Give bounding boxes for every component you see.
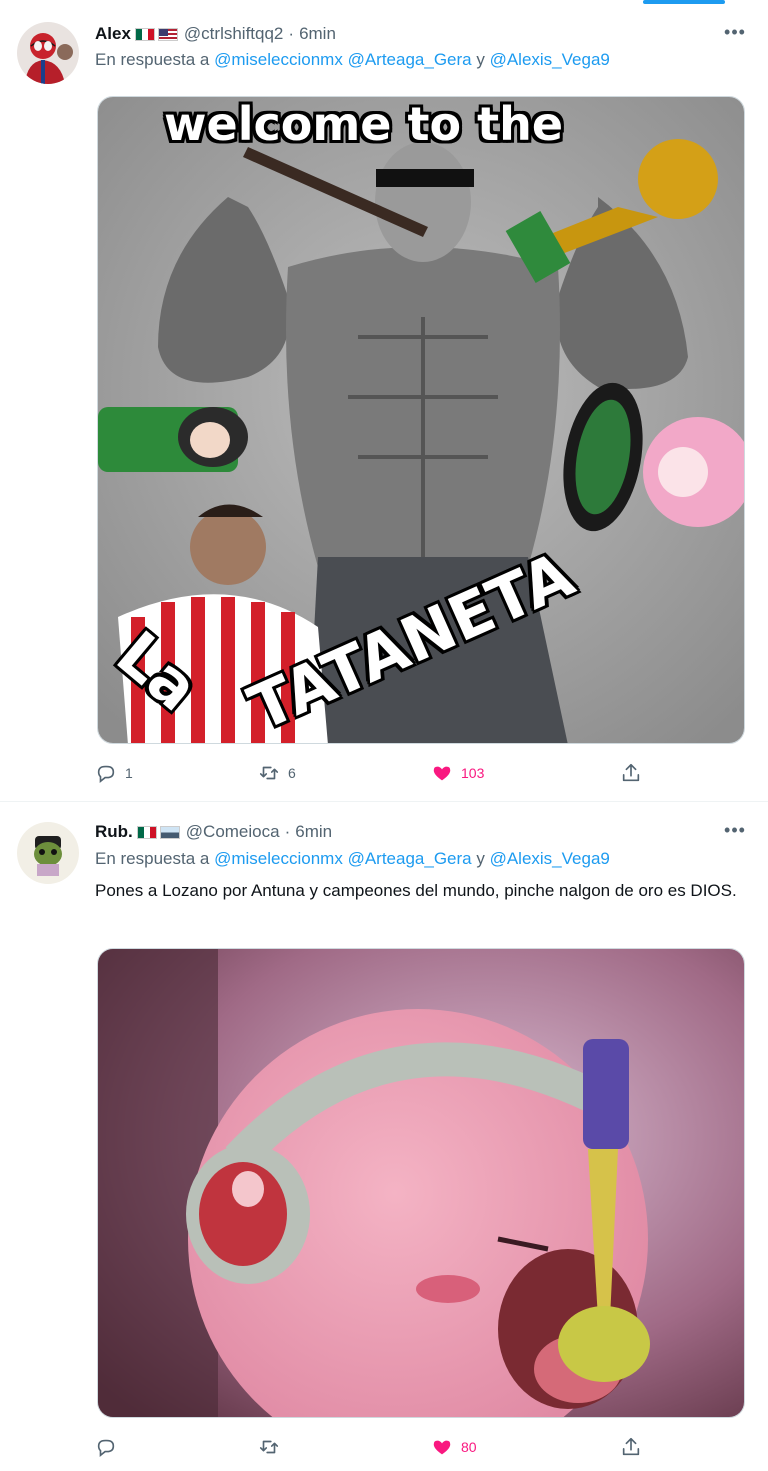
reply-button[interactable]	[95, 1436, 125, 1458]
tweet[interactable]: Rub. @Comeioca · 6min ••• En respuesta a…	[0, 0, 768, 1471]
more-icon[interactable]: •••	[722, 820, 748, 841]
tweet-actions: 80	[95, 1436, 655, 1462]
author-handle[interactable]: @Comeioca	[186, 822, 280, 842]
separator: ·	[284, 822, 291, 841]
like-button[interactable]: 80	[431, 1436, 477, 1458]
mountain-emoji-icon	[159, 825, 180, 839]
name-emojis	[136, 825, 180, 839]
avatar[interactable]	[17, 822, 79, 884]
heart-icon	[433, 1440, 451, 1455]
share-button[interactable]	[620, 1436, 642, 1458]
author-name[interactable]: Rub.	[95, 822, 133, 842]
retweet-button[interactable]	[258, 1436, 288, 1458]
reply-icon	[97, 1439, 115, 1457]
timestamp[interactable]: 6min	[295, 822, 332, 842]
mention-link[interactable]: @Alexis_Vega9	[490, 849, 610, 868]
tweet-header: Rub. @Comeioca · 6min	[95, 820, 332, 844]
mexico-flag-icon	[136, 825, 157, 839]
mention-link[interactable]: @miseleccionmx	[214, 849, 343, 868]
share-icon	[622, 1437, 640, 1456]
retweet-icon	[259, 1440, 279, 1454]
like-count: 80	[461, 1439, 477, 1455]
reply-context: En respuesta a @miseleccionmx @Arteaga_G…	[95, 849, 610, 873]
mention-link[interactable]: @Arteaga_Gera	[348, 849, 472, 868]
tweet-media-image[interactable]	[97, 948, 745, 1418]
reply-prefix: En respuesta a	[95, 849, 210, 868]
tweet-text: Pones a Lozano por Antuna y campeones de…	[95, 881, 737, 900]
reply-and: y	[476, 849, 485, 868]
